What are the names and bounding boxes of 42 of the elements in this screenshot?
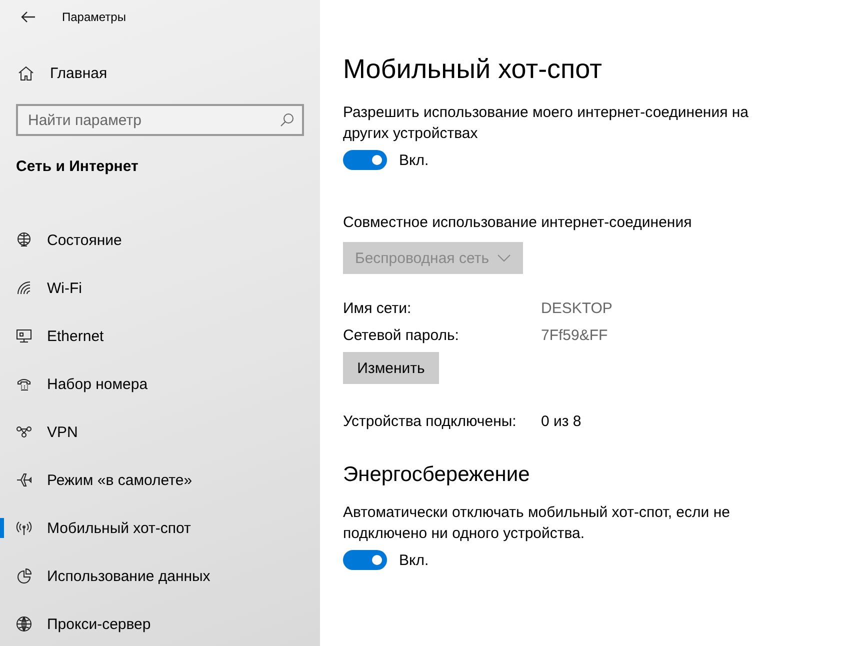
section-heading: Энергосбережение bbox=[343, 463, 531, 487]
setting-label: Совместное использование интернет-соединения bbox=[343, 213, 693, 233]
home-nav-item[interactable]: Главная bbox=[0, 49, 320, 97]
phone-icon bbox=[16, 376, 32, 392]
nav-item[interactable]: Состояние bbox=[0, 216, 320, 264]
page-title: Мобильный хот-спот bbox=[343, 54, 603, 86]
info-value: DESKTOP bbox=[541, 300, 614, 317]
nav-item[interactable]: Режим «в самолете» bbox=[0, 456, 320, 504]
nav-item[interactable]: VPN bbox=[0, 408, 320, 456]
wifi-icon bbox=[16, 280, 32, 296]
info-label: Устройства подключены: bbox=[343, 413, 518, 430]
nav-item[interactable]: Wi-Fi bbox=[0, 264, 320, 312]
nav-item[interactable]: Прокси-сервер bbox=[0, 600, 320, 646]
back-arrow-icon bbox=[21, 11, 35, 23]
search-icon bbox=[280, 113, 294, 127]
setting-description: Разрешить использование моего интернет-соединения на других устройствах bbox=[343, 103, 750, 144]
home-icon bbox=[18, 65, 34, 81]
window-title: Параметры bbox=[62, 10, 126, 24]
info-label: Сетевой пароль: bbox=[343, 327, 460, 344]
nav-item[interactable]: Мобильный хот-спот bbox=[0, 504, 320, 552]
toggle-switch[interactable] bbox=[343, 550, 387, 570]
search-field[interactable]: Найти параметр bbox=[16, 104, 304, 136]
toggle-state-label: Вкл. bbox=[399, 552, 429, 568]
nav-item[interactable]: Использование данных bbox=[0, 552, 320, 600]
monitor-icon bbox=[16, 328, 32, 344]
globe-icon bbox=[16, 616, 32, 632]
nav-item[interactable]: Ethernet bbox=[0, 312, 320, 360]
setting-description: Автоматически отключать мобильный хот-спот, если не подключено ни одного устройства. bbox=[343, 503, 731, 544]
globe-monitor-icon bbox=[16, 232, 32, 248]
pie-chart-icon bbox=[16, 568, 32, 584]
toggle-state-label: Вкл. bbox=[399, 152, 429, 168]
chevron-down-icon bbox=[497, 254, 511, 262]
section-heading: Сеть и Интернет bbox=[16, 158, 140, 177]
nav-item[interactable]: Набор номера bbox=[0, 360, 320, 408]
hotspot-icon bbox=[16, 520, 32, 536]
vpn-icon bbox=[16, 424, 32, 440]
toggle-switch[interactable] bbox=[343, 150, 387, 170]
info-label: Имя сети: bbox=[343, 300, 412, 317]
info-value: 0 из 8 bbox=[541, 413, 582, 430]
edit-button[interactable]: Изменить bbox=[343, 352, 439, 384]
airplane-icon bbox=[16, 472, 32, 488]
info-value: 7Ff59&FF bbox=[541, 327, 609, 344]
